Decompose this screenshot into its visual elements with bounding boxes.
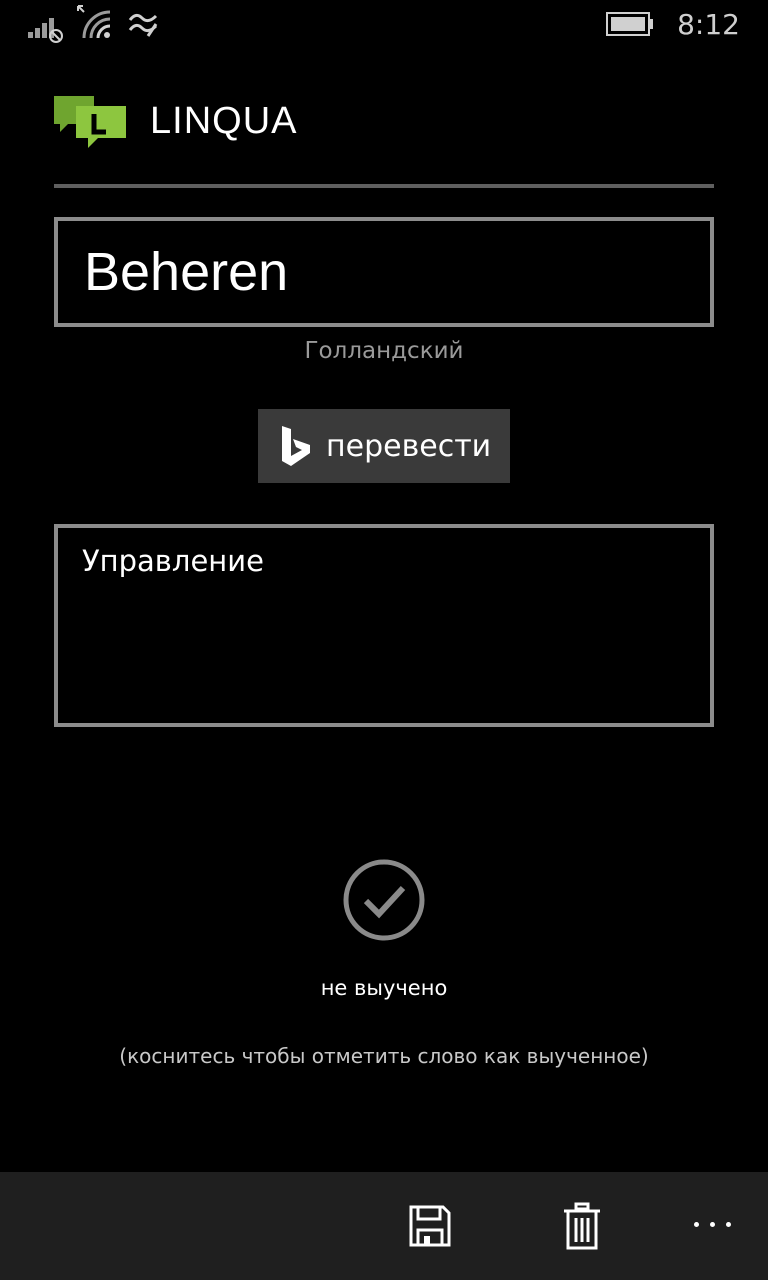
app-title: LINQUA bbox=[150, 100, 298, 142]
language-label[interactable]: Голландский bbox=[0, 338, 768, 364]
word-input[interactable]: Beheren bbox=[54, 217, 714, 327]
wifi-icon bbox=[77, 5, 111, 39]
delete-icon[interactable] bbox=[558, 1202, 606, 1250]
learned-status[interactable]: не выучено bbox=[0, 976, 768, 1000]
app-bar bbox=[0, 1172, 768, 1280]
battery-icon bbox=[606, 12, 653, 36]
linqua-logo-icon bbox=[54, 96, 126, 148]
translate-button-label: перевести bbox=[326, 429, 492, 464]
save-icon[interactable] bbox=[406, 1202, 454, 1250]
checkmark-circle-icon[interactable] bbox=[342, 858, 426, 942]
more-icon[interactable] bbox=[694, 1212, 734, 1236]
bing-icon bbox=[282, 426, 310, 466]
header-divider bbox=[54, 184, 714, 188]
translation-value: Управление bbox=[82, 544, 264, 578]
status-bar: 8:12 bbox=[0, 0, 768, 50]
learned-hint: (коснитесь чтобы отметить слово как выуч… bbox=[119, 1044, 649, 1068]
data-sense-icon bbox=[128, 13, 158, 37]
status-time: 8:12 bbox=[677, 8, 740, 41]
signal-no-sim-icon bbox=[28, 18, 63, 43]
word-value: Beheren bbox=[84, 242, 289, 302]
translate-button[interactable]: перевести bbox=[258, 409, 510, 483]
translation-field[interactable]: Управление bbox=[54, 524, 714, 727]
